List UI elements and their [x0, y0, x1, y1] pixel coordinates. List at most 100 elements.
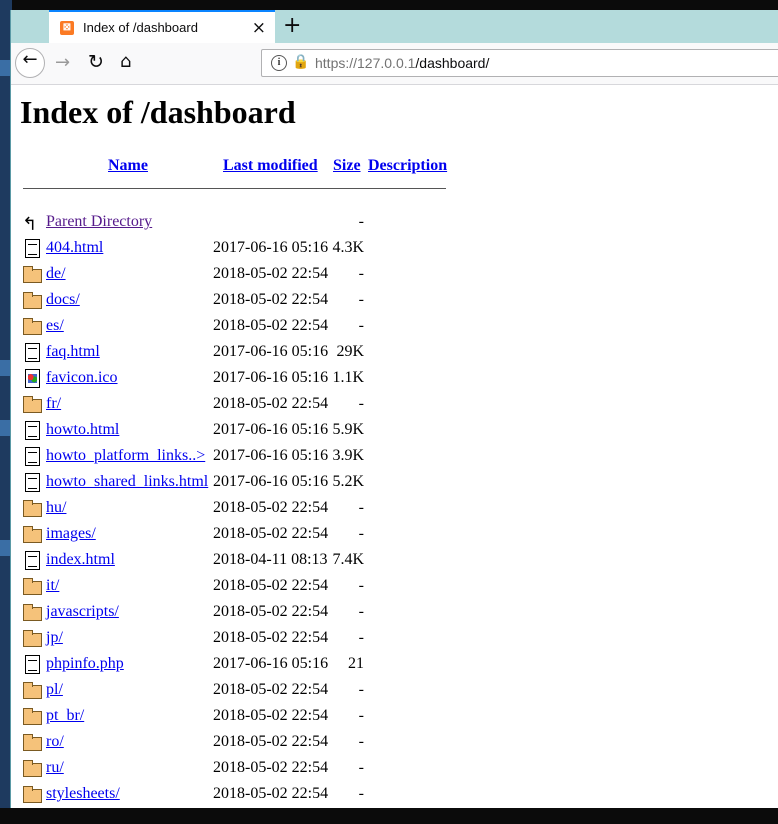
file-link[interactable]: it/ — [46, 577, 59, 595]
url-path: /dashboard/ — [415, 55, 490, 71]
file-link[interactable]: howto_platform_links..> — [46, 447, 205, 465]
forward-button[interactable]: → — [55, 52, 70, 73]
table-row: pl/2018-05-02 22:54- — [11, 677, 511, 703]
url-text[interactable]: https://127.0.0.1/dashboard/ — [315, 55, 489, 71]
file-link[interactable]: images/ — [46, 525, 96, 543]
file-link[interactable]: index.html — [46, 551, 115, 569]
folder-icon-shape — [23, 708, 42, 725]
file-link[interactable]: es/ — [46, 317, 64, 335]
file-link[interactable]: pt_br/ — [46, 707, 84, 725]
file-link[interactable]: pl/ — [46, 681, 63, 699]
folder-icon-shape — [23, 786, 42, 803]
folder-icon-shape — [23, 578, 42, 595]
file-link[interactable]: favicon.ico — [46, 369, 118, 387]
file-link[interactable]: ro/ — [46, 733, 64, 751]
file-link[interactable]: fr/ — [46, 395, 61, 413]
taskbar-edge — [0, 808, 778, 824]
file-link[interactable]: Parent Directory — [46, 213, 152, 231]
folder-icon — [22, 576, 42, 596]
file-link[interactable]: 404.html — [46, 239, 103, 257]
desktop-icon[interactable] — [0, 60, 10, 76]
folder-icon-shape — [23, 734, 42, 751]
table-row: jp/2018-05-02 22:54- — [11, 625, 511, 651]
folder-icon-shape — [23, 604, 42, 621]
close-tab-icon[interactable]: × — [252, 18, 266, 38]
file-size: 7.4K — [332, 551, 364, 568]
header-divider — [23, 188, 446, 190]
image-file-icon-shape — [25, 369, 40, 388]
file-size: - — [358, 603, 364, 620]
table-row: de/2018-05-02 22:54- — [11, 261, 511, 287]
file-size: 21 — [348, 655, 364, 672]
table-row: faq.html 2017-06-16 05:16 29K — [11, 339, 511, 365]
lock-warning-icon[interactable]: 🔒 — [292, 54, 309, 70]
file-link[interactable]: javascripts/ — [46, 603, 119, 621]
document-icon-shape — [25, 655, 40, 674]
file-link[interactable]: stylesheets/ — [46, 785, 120, 803]
folder-icon — [22, 784, 42, 804]
home-button[interactable]: ⌂ — [120, 51, 131, 72]
table-row: phpinfo.php 2017-06-16 05:16 21 — [11, 651, 511, 677]
folder-icon — [22, 680, 42, 700]
file-link[interactable]: docs/ — [46, 291, 80, 309]
table-row: ro/2018-05-02 22:54- — [11, 729, 511, 755]
folder-icon-shape — [23, 318, 42, 335]
url-host: https://127.0.0.1 — [315, 55, 416, 71]
xampp-favicon-icon: ⊠ — [60, 21, 74, 35]
table-row: docs/2018-05-02 22:54- — [11, 287, 511, 313]
document-icon-shape — [25, 239, 40, 258]
file-link[interactable]: jp/ — [46, 629, 63, 647]
document-icon — [22, 446, 42, 466]
table-row: favicon.ico 2017-06-16 05:16 1.1K — [11, 365, 511, 391]
file-link[interactable]: howto.html — [46, 421, 119, 439]
folder-icon — [22, 628, 42, 648]
file-size: - — [358, 213, 364, 230]
file-link[interactable]: de/ — [46, 265, 66, 283]
file-link[interactable]: hu/ — [46, 499, 66, 517]
file-size: - — [358, 265, 364, 282]
new-tab-button[interactable]: + — [283, 13, 301, 38]
file-link[interactable]: howto_shared_links.html — [46, 473, 208, 491]
file-size: - — [358, 291, 364, 308]
document-icon — [22, 550, 42, 570]
table-row: howto.html 2017-06-16 05:16 5.9K — [11, 417, 511, 443]
desktop-icon[interactable] — [0, 420, 10, 436]
column-name-link[interactable]: Name — [108, 157, 148, 175]
column-size-link[interactable]: Size — [333, 157, 361, 175]
desktop-icon[interactable] — [0, 360, 10, 376]
parent-directory-icon-shape: ↰ — [22, 214, 38, 235]
file-link[interactable]: faq.html — [46, 343, 100, 361]
folder-icon — [22, 706, 42, 726]
column-modified-link[interactable]: Last modified — [223, 157, 318, 175]
table-row: pt_br/2018-05-02 22:54- — [11, 703, 511, 729]
file-size: 3.9K — [332, 447, 364, 464]
table-row: fr/2018-05-02 22:54- — [11, 391, 511, 417]
document-icon — [22, 238, 42, 258]
page-title: Index of /dashboard — [20, 94, 296, 130]
page-content: Index of /dashboard Name Last modified S… — [11, 85, 778, 808]
table-row: 404.html 2017-06-16 05:16 4.3K — [11, 235, 511, 261]
document-icon — [22, 420, 42, 440]
table-row: images/2018-05-02 22:54- — [11, 521, 511, 547]
document-icon-shape — [25, 551, 40, 570]
desktop-icon[interactable] — [0, 540, 10, 556]
document-icon — [22, 654, 42, 674]
file-size: 1.1K — [332, 369, 364, 386]
table-row: hu/2018-05-02 22:54- — [11, 495, 511, 521]
folder-icon-shape — [23, 500, 42, 517]
folder-icon — [22, 732, 42, 752]
column-description-link[interactable]: Description — [368, 157, 447, 175]
reload-button[interactable]: ↻ — [88, 51, 104, 73]
folder-icon-shape — [23, 630, 42, 647]
folder-icon — [22, 316, 42, 336]
back-button[interactable]: ← — [15, 48, 45, 78]
info-icon[interactable]: i — [271, 55, 287, 71]
address-bar[interactable]: i 🔒 https://127.0.0.1/dashboard/ — [261, 49, 778, 77]
table-row: stylesheets/2018-05-02 22:54- — [11, 781, 511, 807]
file-size: 29K — [336, 343, 364, 360]
file-link[interactable]: phpinfo.php — [46, 655, 124, 673]
file-size: - — [358, 499, 364, 516]
tab-dashboard[interactable]: ⊠ Index of /dashboard × — [49, 10, 275, 43]
file-link[interactable]: ru/ — [46, 759, 64, 777]
folder-icon-shape — [23, 760, 42, 777]
